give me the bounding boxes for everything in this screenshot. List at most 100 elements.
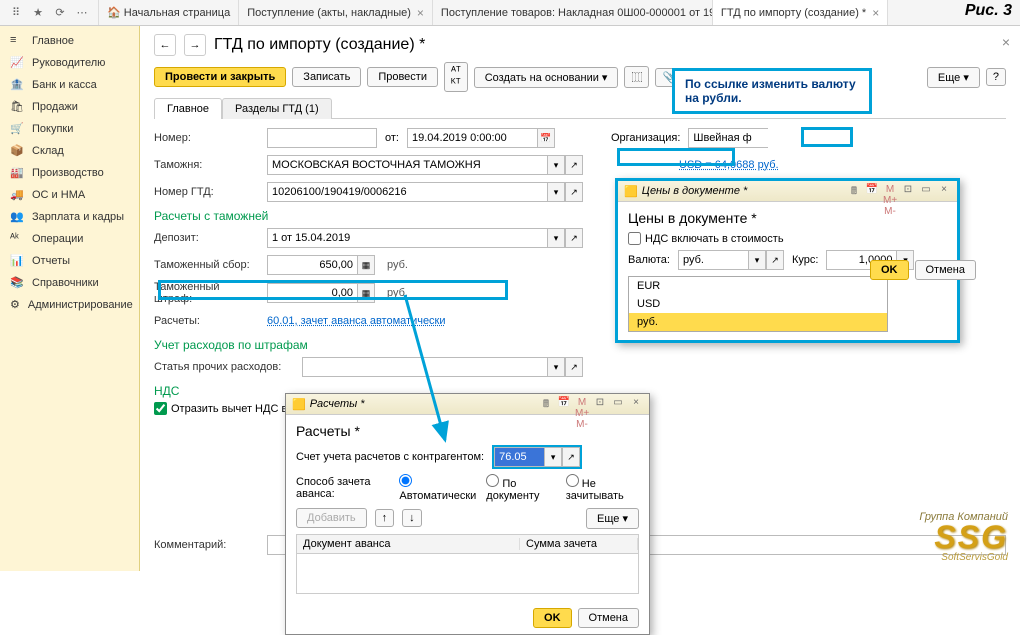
tab-main[interactable]: Главное: [154, 98, 222, 119]
currency-input[interactable]: [678, 250, 748, 270]
save-button[interactable]: Записать: [292, 67, 361, 87]
calc-icon[interactable]: ▦: [357, 283, 375, 303]
close-icon[interactable]: ×: [629, 397, 643, 411]
apps-icon[interactable]: ⠿: [8, 5, 24, 21]
back-button[interactable]: ←: [154, 34, 176, 56]
minimize-icon[interactable]: ▭: [611, 397, 625, 411]
minimize-icon[interactable]: ▭: [919, 184, 933, 198]
radio-none[interactable]: Не зачитывать: [566, 474, 639, 502]
ok-button[interactable]: OK: [533, 608, 572, 628]
cancel-button[interactable]: Отмена: [578, 608, 639, 628]
down-button[interactable]: ↓: [402, 509, 422, 527]
currency-label: Валюта:: [628, 254, 670, 266]
other-exp-input[interactable]: [302, 357, 547, 377]
calc-icon[interactable]: ▦: [357, 255, 375, 275]
dropdown-icon[interactable]: ▾: [547, 182, 565, 202]
number-input[interactable]: [267, 128, 377, 148]
settlements-link[interactable]: 60.01, зачет аванса автоматически: [267, 315, 446, 327]
tab-home[interactable]: 🏠 Начальная страница: [99, 0, 239, 25]
sidebar-item-references[interactable]: 📚Справочники: [0, 272, 139, 294]
tab-receipts[interactable]: Поступление (акты, накладные)×: [239, 0, 433, 25]
gtd-input[interactable]: [267, 182, 547, 202]
document-tabs: Главное Разделы ГТД (1): [154, 98, 1006, 119]
dropdown-icon[interactable]: ▾: [544, 447, 562, 467]
open-icon[interactable]: ↗: [565, 228, 583, 248]
sidebar-item-reports[interactable]: 📊Отчеты: [0, 250, 139, 272]
radio-auto[interactable]: Автоматически: [399, 474, 476, 502]
open-icon[interactable]: ↗: [565, 155, 583, 175]
sidebar-item-director[interactable]: 📈Руководителю: [0, 52, 139, 74]
sidebar-item-main[interactable]: ≡Главное: [0, 30, 139, 52]
open-icon[interactable]: ↗: [565, 182, 583, 202]
sidebar-item-warehouse[interactable]: 📦Склад: [0, 140, 139, 162]
org-input[interactable]: [688, 128, 768, 148]
tab-gtd[interactable]: ГТД по импорту (создание) *×: [713, 0, 888, 25]
add-button[interactable]: Добавить: [296, 508, 367, 528]
open-icon[interactable]: ↗: [766, 250, 784, 270]
vat-checkbox[interactable]: [154, 402, 167, 415]
structure-button[interactable]: ⿲: [624, 66, 649, 88]
col-document: Документ аванса: [297, 538, 520, 550]
sidebar-item-assets[interactable]: 🚚ОС и НМА: [0, 184, 139, 206]
sidebar-item-operations[interactable]: ᴬᵏОперации: [0, 228, 139, 250]
radio-bydoc[interactable]: По документу: [486, 474, 555, 502]
forward-button[interactable]: →: [184, 34, 206, 56]
calc-icon[interactable]: 🖩: [847, 184, 861, 198]
calendar-icon[interactable]: 📅: [537, 128, 555, 148]
option-usd[interactable]: USD: [629, 295, 887, 313]
account-input[interactable]: [494, 447, 544, 467]
sidebar-item-payroll[interactable]: 👥Зарплата и кадры: [0, 206, 139, 228]
mem-buttons[interactable]: M M+ M-: [575, 397, 589, 411]
dkt-button[interactable]: ᴬᵀᴷᵀ: [444, 62, 468, 92]
sidebar-item-production[interactable]: 🏭Производство: [0, 162, 139, 184]
mem-buttons[interactable]: M M+ M-: [883, 184, 897, 198]
figure-label: Рис. 3: [965, 2, 1012, 20]
more-button[interactable]: Еще ▾: [927, 67, 980, 88]
tab-receipt-doc[interactable]: Поступление товаров: Накладная 0Ш00-0000…: [433, 0, 713, 25]
open-icon[interactable]: ↗: [562, 447, 580, 467]
cancel-button[interactable]: Отмена: [915, 260, 976, 280]
sidebar-item-bank[interactable]: 🏦Банк и касса: [0, 74, 139, 96]
help-button[interactable]: ?: [986, 68, 1006, 86]
create-based-button[interactable]: Создать на основании ▾: [474, 67, 619, 88]
dropdown-icon[interactable]: ▾: [547, 357, 565, 377]
document-toolbar: Провести и закрыть Записать Провести ᴬᵀᴷ…: [154, 62, 1006, 92]
post-and-close-button[interactable]: Провести и закрыть: [154, 67, 286, 87]
option-rub[interactable]: руб.: [629, 313, 887, 331]
customs-input[interactable]: [267, 155, 547, 175]
calendar-icon[interactable]: 📅: [865, 184, 879, 198]
calc-icon[interactable]: 🖩: [539, 397, 553, 411]
dropdown-icon[interactable]: ▾: [547, 228, 565, 248]
sidebar-item-sales[interactable]: 🛍Продажи: [0, 96, 139, 118]
sidebar-item-admin[interactable]: ⚙Администрирование: [0, 294, 139, 316]
close-document-icon[interactable]: ×: [1002, 34, 1010, 50]
deposit-input[interactable]: [267, 228, 547, 248]
window-tabs: 🏠 Начальная страница Поступление (акты, …: [99, 0, 1020, 25]
sidebar-item-purchases[interactable]: 🛒Покупки: [0, 118, 139, 140]
ellipsis-icon[interactable]: ⋯: [74, 5, 90, 21]
calendar-icon[interactable]: 📅: [557, 397, 571, 411]
star-icon[interactable]: ★: [30, 5, 46, 21]
ok-button[interactable]: OK: [870, 260, 909, 280]
penalty-input[interactable]: [267, 283, 357, 303]
currency-link[interactable]: USD = 64,0688 руб.: [679, 159, 779, 171]
up-button[interactable]: ↑: [375, 509, 395, 527]
dropdown-icon[interactable]: ▾: [748, 250, 766, 270]
restore-icon[interactable]: ⊡: [593, 397, 607, 411]
option-eur[interactable]: EUR: [629, 277, 887, 295]
history-icon[interactable]: ⟳: [52, 5, 68, 21]
table-more-button[interactable]: Еще ▾: [586, 508, 639, 529]
number-label: Номер:: [154, 132, 259, 144]
close-icon[interactable]: ×: [937, 184, 951, 198]
fee-input[interactable]: [267, 255, 357, 275]
tab-sections[interactable]: Разделы ГТД (1): [222, 98, 332, 119]
post-button[interactable]: Провести: [367, 67, 438, 87]
advance-table-body[interactable]: [296, 554, 639, 594]
open-icon[interactable]: ↗: [565, 357, 583, 377]
date-input[interactable]: [407, 128, 537, 148]
dropdown-icon[interactable]: ▾: [547, 155, 565, 175]
close-icon[interactable]: ×: [872, 6, 879, 20]
close-icon[interactable]: ×: [417, 6, 424, 20]
vat-include-checkbox[interactable]: [628, 232, 641, 245]
restore-icon[interactable]: ⊡: [901, 184, 915, 198]
